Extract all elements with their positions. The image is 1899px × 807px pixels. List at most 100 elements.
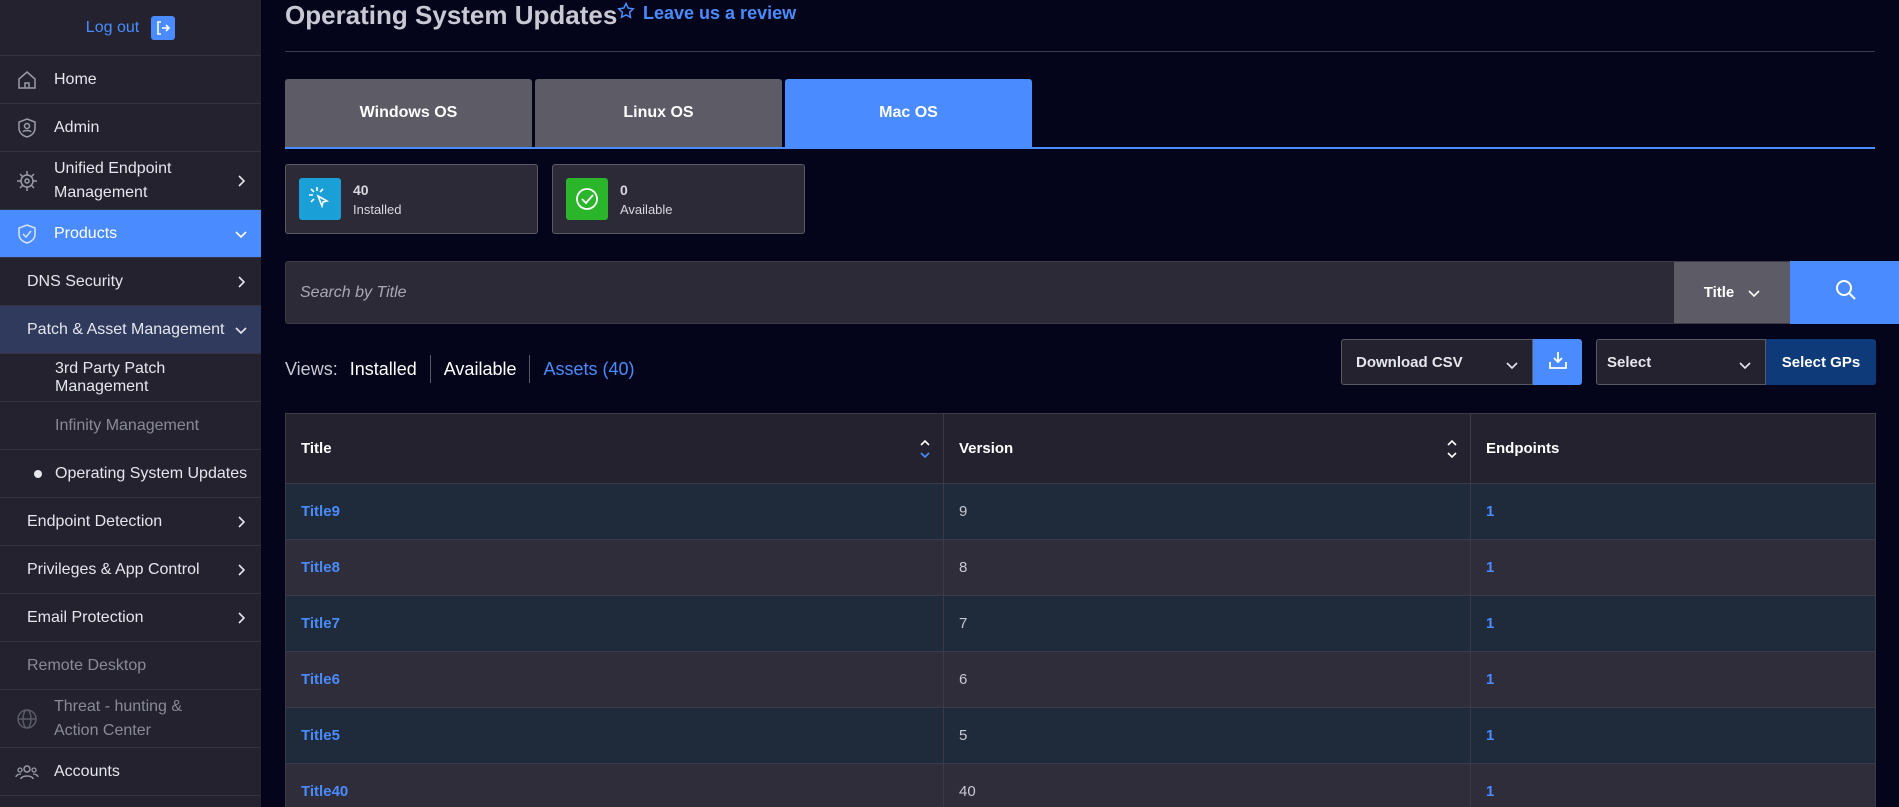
sort-icon[interactable] [1446, 438, 1458, 460]
sidebar-item-threat-hunting[interactable]: Threat - hunting & Action Center [0, 690, 261, 748]
row-version: 7 [944, 596, 1471, 651]
search-field-value: Title [1703, 284, 1735, 301]
chevron-right-icon [235, 563, 247, 576]
group-select-value: Select [1607, 353, 1652, 371]
sidebar-item-accounts[interactable]: Accounts [0, 748, 261, 796]
installed-stat-card[interactable]: 40 Installed [285, 164, 538, 234]
row-endpoints-link[interactable]: 1 [1471, 652, 1875, 707]
sidebar-item-unified-endpoint-management[interactable]: Unified Endpoint Management [0, 152, 261, 210]
column-header-title[interactable]: Title [286, 414, 944, 483]
sidebar-item-label: 3rd Party Patch Management [55, 359, 166, 395]
installed-count: 40 [353, 181, 369, 198]
view-assets[interactable]: Assets (40) [530, 355, 647, 383]
row-endpoints-link[interactable]: 1 [1471, 540, 1875, 595]
logout-row[interactable]: Log out [0, 0, 261, 56]
row-title-link[interactable]: Title8 [286, 540, 944, 595]
column-title-label: Title [301, 440, 332, 457]
sidebar-item-products[interactable]: Products [0, 210, 261, 258]
row-title-link[interactable]: Title40 [286, 764, 944, 807]
sidebar-item-patch-asset-management[interactable]: Patch & Asset Management [0, 306, 261, 354]
table-row: Title7 7 1 [286, 596, 1875, 652]
table-row: Title6 6 1 [286, 652, 1875, 708]
table-row: Title5 5 1 [286, 708, 1875, 764]
os-tabs: Windows OS Linux OS Mac OS [285, 79, 1875, 149]
admin-icon [14, 115, 40, 141]
table-row: Title9 9 1 [286, 484, 1875, 540]
sidebar-item-3rd-party-patch-management[interactable]: 3rd Party Patch Management [0, 354, 261, 402]
main-content: Operating System Updates Leave us a revi… [261, 0, 1899, 807]
sidebar-item-label: DNS Security [27, 272, 124, 290]
logout-icon[interactable] [151, 15, 176, 40]
row-version: 40 [944, 764, 1471, 807]
sidebar-item-label: Unified Endpoint Management [54, 159, 172, 201]
sidebar-item-label: Home [54, 70, 97, 88]
row-endpoints-link[interactable]: 1 [1471, 484, 1875, 539]
row-version: 6 [944, 652, 1471, 707]
logout-link[interactable]: Log out [86, 19, 139, 37]
search-icon [1834, 278, 1858, 307]
view-available[interactable]: Available [431, 355, 531, 383]
sidebar-item-endpoint-detection[interactable]: Endpoint Detection [0, 498, 261, 546]
updates-table: Title Version Endpoints Title9 9 1 Title… [285, 413, 1876, 807]
sidebar-item-privileges-app-control[interactable]: Privileges & App Control [0, 546, 261, 594]
table-row: Title40 40 1 [286, 764, 1875, 807]
sidebar-item-dns-security[interactable]: DNS Security [0, 258, 261, 306]
sidebar-item-email-protection[interactable]: Email Protection [0, 594, 261, 642]
row-title-link[interactable]: Title5 [286, 708, 944, 763]
check-circle-icon [566, 178, 608, 220]
views-label: Views: [285, 358, 338, 379]
chevron-down-icon [235, 324, 247, 336]
sidebar-item-label: Threat - hunting & Action Center [54, 697, 183, 739]
tab-windows-os[interactable]: Windows OS [285, 79, 532, 147]
download-csv-label: Download CSV [1356, 353, 1463, 371]
select-gps-button[interactable]: Select GPs [1766, 339, 1876, 385]
star-icon [617, 1, 635, 25]
sidebar-item-infinity-management[interactable]: Infinity Management [0, 402, 261, 450]
row-endpoints-link[interactable]: 1 [1471, 708, 1875, 763]
search-bar: Title [285, 261, 1899, 324]
available-label: Available [620, 201, 673, 217]
globe-icon [14, 706, 40, 732]
home-icon [14, 67, 40, 93]
download-button[interactable] [1533, 339, 1582, 385]
chevron-right-icon [235, 515, 247, 528]
tab-mac-os[interactable]: Mac OS [785, 79, 1032, 147]
sidebar-item-remote-desktop[interactable]: Remote Desktop [0, 642, 261, 690]
sidebar-item-label: Operating System Updates [55, 464, 248, 482]
sidebar-item-label: Accounts [54, 762, 120, 780]
chevron-down-icon [235, 228, 247, 240]
sidebar-item-operating-system-updates[interactable]: Operating System Updates [0, 450, 261, 498]
row-version: 8 [944, 540, 1471, 595]
view-installed[interactable]: Installed [350, 355, 431, 383]
row-title-link[interactable]: Title9 [286, 484, 944, 539]
sidebar-item-label: Products [54, 224, 118, 242]
chevron-right-icon [235, 174, 247, 187]
sidebar-item-home[interactable]: Home [0, 56, 261, 104]
download-csv-select[interactable]: Download CSV [1341, 339, 1533, 385]
available-count: 0 [620, 181, 628, 198]
row-title-link[interactable]: Title6 [286, 652, 944, 707]
review-label: Leave us a review [643, 3, 797, 23]
search-field-select[interactable]: Title [1674, 262, 1790, 323]
tab-linux-os[interactable]: Linux OS [535, 79, 782, 147]
sort-icon[interactable] [919, 438, 931, 460]
row-title-link[interactable]: Title7 [286, 596, 944, 651]
chevron-down-icon [1748, 284, 1760, 301]
sidebar: Log out Home Admin Unified Endpoint Mana… [0, 0, 261, 807]
row-version: 5 [944, 708, 1471, 763]
row-endpoints-link[interactable]: 1 [1471, 764, 1875, 807]
sidebar-item-label: Email Protection [27, 608, 144, 626]
available-stat-card[interactable]: 0 Available [552, 164, 805, 234]
group-select[interactable]: Select [1596, 339, 1766, 385]
active-bullet-icon [34, 469, 42, 478]
column-header-version[interactable]: Version [944, 414, 1471, 483]
search-input[interactable] [300, 262, 1600, 323]
sidebar-item-admin[interactable]: Admin [0, 104, 261, 152]
row-version: 9 [944, 484, 1471, 539]
download-icon [1547, 349, 1569, 376]
installed-label: Installed [353, 201, 402, 217]
search-button[interactable] [1790, 261, 1899, 324]
leave-review-link[interactable]: Leave us a review [617, 1, 797, 25]
row-endpoints-link[interactable]: 1 [1471, 596, 1875, 651]
sidebar-item-label: Patch & Asset Management [27, 320, 225, 338]
